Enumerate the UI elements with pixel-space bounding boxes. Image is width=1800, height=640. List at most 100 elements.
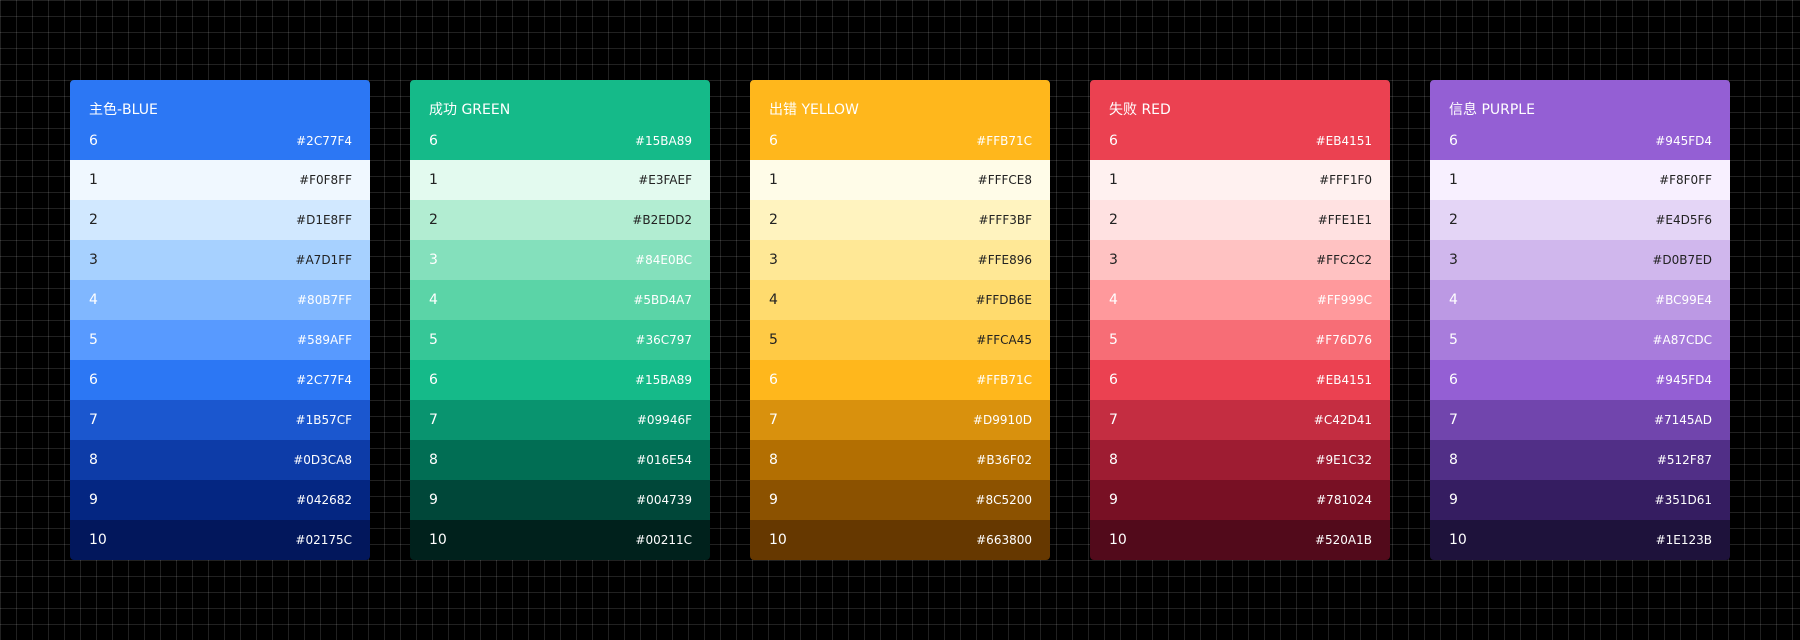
primary-hex-code[interactable]: #15BA89 bbox=[635, 130, 692, 152]
swatch-purple-1[interactable]: 1 #F8F0FF bbox=[1430, 160, 1730, 200]
swatch-yellow-3[interactable]: 3 #FFE896 bbox=[750, 240, 1050, 280]
swatch-yellow-6[interactable]: 6 #FFB71C bbox=[750, 360, 1050, 400]
swatch-purple-9[interactable]: 9 #351D61 bbox=[1430, 480, 1730, 520]
swatch-hex-code[interactable]: #7145AD bbox=[1654, 400, 1712, 440]
swatch-hex-code[interactable]: #FF999C bbox=[1317, 280, 1372, 320]
swatch-purple-7[interactable]: 7 #7145AD bbox=[1430, 400, 1730, 440]
swatch-hex-code[interactable]: #FFE1E1 bbox=[1318, 200, 1372, 240]
swatch-hex-code[interactable]: #FFCA45 bbox=[976, 320, 1032, 360]
swatch-hex-code[interactable]: #512F87 bbox=[1657, 440, 1712, 480]
swatch-hex-code[interactable]: #1B57CF bbox=[296, 400, 352, 440]
swatch-hex-code[interactable]: #02175C bbox=[295, 520, 352, 560]
swatch-hex-code[interactable]: #09946F bbox=[637, 400, 692, 440]
swatch-blue-1[interactable]: 1 #F0F8FF bbox=[70, 160, 370, 200]
swatch-hex-code[interactable]: #D9910D bbox=[973, 400, 1032, 440]
swatch-hex-code[interactable]: #0D3CA8 bbox=[293, 440, 352, 480]
swatch-green-1[interactable]: 1 #E3FAEF bbox=[410, 160, 710, 200]
swatch-yellow-9[interactable]: 9 #8C5200 bbox=[750, 480, 1050, 520]
swatch-hex-code[interactable]: #FFFCE8 bbox=[978, 160, 1032, 200]
swatch-hex-code[interactable]: #80B7FF bbox=[297, 280, 352, 320]
swatch-purple-3[interactable]: 3 #D0B7ED bbox=[1430, 240, 1730, 280]
swatch-yellow-4[interactable]: 4 #FFDB6E bbox=[750, 280, 1050, 320]
swatch-green-10[interactable]: 10 #00211C bbox=[410, 520, 710, 560]
swatch-hex-code[interactable]: #E4D5F6 bbox=[1655, 200, 1712, 240]
primary-hex-code[interactable]: #EB4151 bbox=[1316, 130, 1372, 152]
swatch-purple-6[interactable]: 6 #945FD4 bbox=[1430, 360, 1730, 400]
swatch-hex-code[interactable]: #B2EDD2 bbox=[632, 200, 692, 240]
swatch-green-5[interactable]: 5 #36C797 bbox=[410, 320, 710, 360]
swatch-hex-code[interactable]: #9E1C32 bbox=[1315, 440, 1372, 480]
swatch-hex-code[interactable]: #A7D1FF bbox=[295, 240, 352, 280]
swatch-hex-code[interactable]: #1E123B bbox=[1656, 520, 1712, 560]
swatch-hex-code[interactable]: #FFDB6E bbox=[975, 280, 1032, 320]
swatch-yellow-1[interactable]: 1 #FFFCE8 bbox=[750, 160, 1050, 200]
swatch-hex-code[interactable]: #520A1B bbox=[1315, 520, 1372, 560]
swatch-green-2[interactable]: 2 #B2EDD2 bbox=[410, 200, 710, 240]
swatch-hex-code[interactable]: #84E0BC bbox=[635, 240, 692, 280]
swatch-yellow-7[interactable]: 7 #D9910D bbox=[750, 400, 1050, 440]
swatch-red-5[interactable]: 5 #F76D76 bbox=[1090, 320, 1390, 360]
swatch-hex-code[interactable]: #B36F02 bbox=[976, 440, 1032, 480]
swatch-hex-code[interactable]: #781024 bbox=[1316, 480, 1372, 520]
swatch-blue-6[interactable]: 6 #2C77F4 bbox=[70, 360, 370, 400]
swatch-red-1[interactable]: 1 #FFF1F0 bbox=[1090, 160, 1390, 200]
swatch-hex-code[interactable]: #D1E8FF bbox=[296, 200, 352, 240]
swatch-blue-8[interactable]: 8 #0D3CA8 bbox=[70, 440, 370, 480]
swatch-hex-code[interactable]: #F76D76 bbox=[1315, 320, 1372, 360]
swatch-hex-code[interactable]: #EB4151 bbox=[1316, 360, 1372, 400]
swatch-hex-code[interactable]: #36C797 bbox=[635, 320, 692, 360]
swatch-green-8[interactable]: 8 #016E54 bbox=[410, 440, 710, 480]
swatch-hex-code[interactable]: #D0B7ED bbox=[1652, 240, 1712, 280]
swatch-red-3[interactable]: 3 #FFC2C2 bbox=[1090, 240, 1390, 280]
swatch-hex-code[interactable]: #FFE896 bbox=[978, 240, 1032, 280]
swatch-yellow-8[interactable]: 8 #B36F02 bbox=[750, 440, 1050, 480]
swatch-hex-code[interactable]: #042682 bbox=[296, 480, 352, 520]
swatch-yellow-10[interactable]: 10 #663800 bbox=[750, 520, 1050, 560]
swatch-red-8[interactable]: 8 #9E1C32 bbox=[1090, 440, 1390, 480]
swatch-hex-code[interactable]: #00211C bbox=[635, 520, 692, 560]
primary-hex-code[interactable]: #2C77F4 bbox=[296, 130, 352, 152]
swatch-purple-5[interactable]: 5 #A87CDC bbox=[1430, 320, 1730, 360]
swatch-green-4[interactable]: 4 #5BD4A7 bbox=[410, 280, 710, 320]
swatch-hex-code[interactable]: #F8F0FF bbox=[1659, 160, 1712, 200]
swatch-hex-code[interactable]: #F0F8FF bbox=[299, 160, 352, 200]
swatch-blue-3[interactable]: 3 #A7D1FF bbox=[70, 240, 370, 280]
swatch-hex-code[interactable]: #589AFF bbox=[297, 320, 352, 360]
swatch-red-9[interactable]: 9 #781024 bbox=[1090, 480, 1390, 520]
swatch-blue-2[interactable]: 2 #D1E8FF bbox=[70, 200, 370, 240]
swatch-hex-code[interactable]: #A87CDC bbox=[1652, 320, 1712, 360]
swatch-hex-code[interactable]: #351D61 bbox=[1655, 480, 1712, 520]
swatch-red-10[interactable]: 10 #520A1B bbox=[1090, 520, 1390, 560]
swatch-purple-2[interactable]: 2 #E4D5F6 bbox=[1430, 200, 1730, 240]
swatch-red-2[interactable]: 2 #FFE1E1 bbox=[1090, 200, 1390, 240]
swatch-hex-code[interactable]: #016E54 bbox=[636, 440, 692, 480]
swatch-hex-code[interactable]: #FFF3BF bbox=[978, 200, 1032, 240]
swatch-blue-10[interactable]: 10 #02175C bbox=[70, 520, 370, 560]
swatch-green-9[interactable]: 9 #004739 bbox=[410, 480, 710, 520]
swatch-hex-code[interactable]: #2C77F4 bbox=[296, 360, 352, 400]
swatch-blue-7[interactable]: 7 #1B57CF bbox=[70, 400, 370, 440]
swatch-purple-4[interactable]: 4 #BC99E4 bbox=[1430, 280, 1730, 320]
swatch-hex-code[interactable]: #5BD4A7 bbox=[633, 280, 692, 320]
swatch-hex-code[interactable]: #BC99E4 bbox=[1655, 280, 1712, 320]
swatch-blue-9[interactable]: 9 #042682 bbox=[70, 480, 370, 520]
primary-hex-code[interactable]: #FFB71C bbox=[976, 130, 1032, 152]
swatch-green-6[interactable]: 6 #15BA89 bbox=[410, 360, 710, 400]
swatch-red-7[interactable]: 7 #C42D41 bbox=[1090, 400, 1390, 440]
swatch-purple-10[interactable]: 10 #1E123B bbox=[1430, 520, 1730, 560]
swatch-hex-code[interactable]: #004739 bbox=[636, 480, 692, 520]
swatch-green-3[interactable]: 3 #84E0BC bbox=[410, 240, 710, 280]
swatch-hex-code[interactable]: #663800 bbox=[976, 520, 1032, 560]
swatch-red-6[interactable]: 6 #EB4151 bbox=[1090, 360, 1390, 400]
swatch-yellow-2[interactable]: 2 #FFF3BF bbox=[750, 200, 1050, 240]
swatch-hex-code[interactable]: #FFF1F0 bbox=[1319, 160, 1372, 200]
swatch-hex-code[interactable]: #FFB71C bbox=[976, 360, 1032, 400]
swatch-blue-5[interactable]: 5 #589AFF bbox=[70, 320, 370, 360]
swatch-purple-8[interactable]: 8 #512F87 bbox=[1430, 440, 1730, 480]
primary-hex-code[interactable]: #945FD4 bbox=[1655, 130, 1712, 152]
swatch-hex-code[interactable]: #8C5200 bbox=[975, 480, 1032, 520]
swatch-hex-code[interactable]: #15BA89 bbox=[635, 360, 692, 400]
swatch-yellow-5[interactable]: 5 #FFCA45 bbox=[750, 320, 1050, 360]
swatch-blue-4[interactable]: 4 #80B7FF bbox=[70, 280, 370, 320]
swatch-green-7[interactable]: 7 #09946F bbox=[410, 400, 710, 440]
